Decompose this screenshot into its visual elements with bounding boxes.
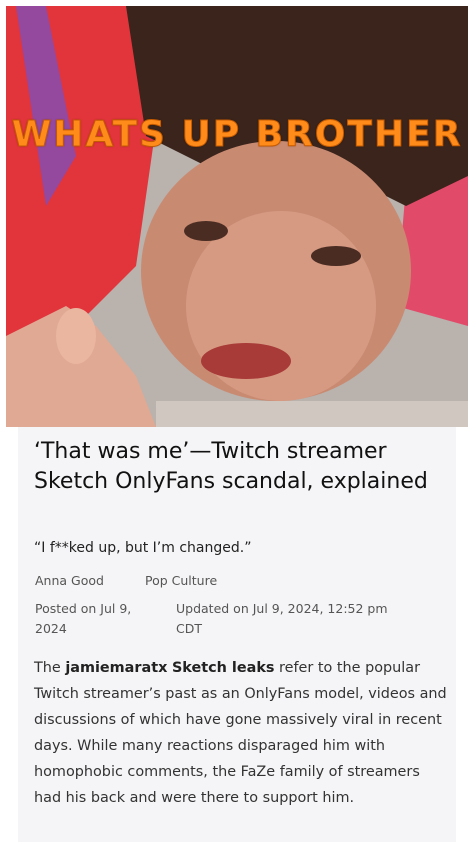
body-prefix: The	[34, 660, 66, 676]
article-subhead: “I f**ked up, but I’m changed.”	[34, 540, 252, 556]
article-body: The jamiemaratx Sketch leaks refer to th…	[34, 655, 450, 811]
author-link[interactable]: Anna Good	[35, 573, 104, 588]
article-page: WHATS UP BROTHER ‘That was me’—Twitch st…	[0, 0, 474, 842]
updated-date: Updated on Jul 9, 2024, 12:52 pm CDT	[176, 601, 388, 636]
hero-image: WHATS UP BROTHER	[6, 6, 468, 427]
body-keyword-sketch-leaks: Sketch leaks	[171, 660, 275, 676]
article-headline[interactable]: ‘That was me’—Twitch streamer Sketch Onl…	[34, 437, 444, 497]
body-rest: refer to the popular Twitch streamer’s p…	[34, 660, 447, 806]
posted-date: Posted on Jul 9, 2024	[35, 601, 132, 636]
hero-caption: WHATS UP BROTHER	[11, 114, 463, 156]
body-keyword-jamiemaratx: jamiemaratx	[65, 660, 168, 676]
article-card: ‘That was me’—Twitch streamer Sketch Onl…	[18, 427, 456, 842]
category-link[interactable]: Pop Culture	[145, 573, 217, 588]
hero-photo	[6, 6, 468, 427]
